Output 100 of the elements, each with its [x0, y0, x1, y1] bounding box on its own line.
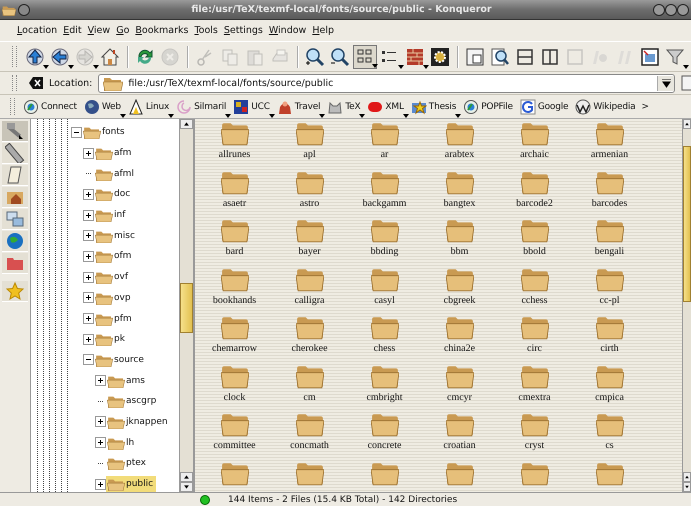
folder-name[interactable]: asaetr: [222, 198, 246, 208]
folder-icon[interactable]: [520, 219, 548, 243]
folder-icon[interactable]: [446, 413, 474, 437]
home-icon[interactable]: [100, 46, 120, 66]
folder-icon[interactable]: [596, 122, 624, 146]
expand-icon[interactable]: [94, 437, 106, 448]
tree-item[interactable]: jknappen: [106, 414, 171, 430]
expand-icon[interactable]: [82, 250, 94, 262]
bookmark-button[interactable]: XML: [366, 98, 409, 114]
folder-name[interactable]: bard: [226, 246, 244, 257]
folder-name[interactable]: armenian: [590, 149, 628, 160]
folder-name[interactable]: cm: [303, 392, 316, 402]
scroll-up-icon[interactable]: [180, 472, 193, 482]
folder-name[interactable]: cherokee: [291, 343, 328, 354]
tree-item[interactable]: ofm: [94, 248, 134, 264]
bookmark-button[interactable]: Linux: [126, 98, 174, 114]
folder-name[interactable]: barcodes: [592, 198, 628, 208]
menu-item[interactable]: View: [84, 23, 114, 38]
folder-icon[interactable]: [296, 413, 324, 437]
more-bookmarks-button[interactable]: >: [641, 102, 649, 112]
tree-item[interactable]: ascgrp: [106, 393, 160, 410]
folder-icon[interactable]: [370, 413, 398, 437]
folder-name[interactable]: concmath: [290, 440, 329, 451]
dropdown-arrow-icon[interactable]: [43, 64, 49, 68]
collapse-icon[interactable]: [70, 126, 82, 138]
menu-item[interactable]: Window: [266, 23, 310, 38]
folder-name[interactable]: cmbright: [366, 392, 403, 402]
menu-item[interactable]: Go: [113, 23, 132, 38]
folder-icon[interactable]: [220, 170, 248, 194]
folder-name[interactable]: casyl: [374, 294, 395, 306]
folder-icon[interactable]: [596, 219, 624, 243]
folder-name[interactable]: cirth: [600, 343, 619, 354]
folder-icon[interactable]: [596, 316, 624, 340]
folder-name[interactable]: astro: [300, 198, 320, 208]
folder-name[interactable]: committee: [213, 440, 256, 451]
folder-name[interactable]: archaic: [520, 149, 549, 160]
find-icon[interactable]: [490, 46, 510, 66]
expand-icon[interactable]: [82, 210, 94, 221]
scroll-icon[interactable]: [2, 165, 28, 186]
folder-icon[interactable]: [370, 268, 398, 292]
folder-name[interactable]: cmextra: [518, 392, 551, 402]
folder-icon[interactable]: [296, 122, 324, 146]
reload-icon[interactable]: [135, 46, 155, 66]
folder-name[interactable]: cc-pl: [600, 294, 620, 306]
menu-item[interactable]: Location: [14, 23, 60, 38]
tree-item[interactable]: ovp: [94, 290, 134, 306]
folder-name[interactable]: circ: [527, 343, 542, 354]
history-dropdown-icon[interactable]: [662, 78, 670, 88]
tree-item[interactable]: misc: [94, 228, 138, 244]
scroll-up-icon[interactable]: [180, 119, 193, 129]
folder-name[interactable]: backgamm: [362, 198, 406, 208]
folder-icon[interactable]: [296, 219, 324, 243]
folder-icon[interactable]: [520, 170, 548, 194]
bookmark-button[interactable]: TeX: [326, 98, 366, 114]
folder-icon[interactable]: [520, 316, 548, 340]
expand-icon[interactable]: [82, 148, 94, 159]
tree-item[interactable]: public: [106, 476, 156, 492]
expand-icon[interactable]: [82, 292, 94, 304]
folder-tab-icon[interactable]: [2, 253, 28, 274]
globe-icon[interactable]: [2, 231, 28, 252]
scrollbar-thumb[interactable]: [683, 146, 691, 302]
tree-item[interactable]: afm: [94, 145, 134, 162]
folder-icon[interactable]: [220, 462, 248, 486]
folder-name[interactable]: cchess: [521, 294, 548, 306]
folder-name[interactable]: bbding: [370, 246, 398, 257]
tree-item[interactable]: source: [94, 352, 147, 368]
zoom-out-icon[interactable]: [330, 46, 350, 66]
dropdown-arrow-icon[interactable]: [683, 64, 689, 68]
home-folder-icon[interactable]: [2, 187, 28, 208]
folder-name[interactable]: concrete: [368, 440, 402, 451]
expand-icon[interactable]: [82, 230, 94, 242]
folder-name[interactable]: calligra: [294, 294, 324, 306]
folder-icon[interactable]: [446, 316, 474, 340]
folder-icon[interactable]: [220, 364, 248, 388]
scroll-down-icon[interactable]: [683, 482, 691, 492]
expand-icon[interactable]: [94, 478, 106, 490]
folder-name[interactable]: chemarrow: [212, 343, 257, 354]
folder-name[interactable]: cbgreek: [444, 294, 476, 306]
folder-name[interactable]: cryst: [524, 440, 544, 451]
folder-icon[interactable]: [220, 122, 248, 146]
filter-icon[interactable]: [665, 46, 685, 66]
menu-item[interactable]: Help: [309, 23, 337, 38]
zoom-in-icon[interactable]: [305, 46, 325, 66]
split-view-icon[interactable]: [465, 46, 485, 66]
folder-icon[interactable]: [520, 122, 548, 146]
menu-item[interactable]: Bookmarks: [132, 23, 192, 38]
folder-icon[interactable]: [446, 462, 474, 486]
scroll-up-icon[interactable]: [683, 119, 691, 129]
folder-icon[interactable]: [596, 413, 624, 437]
tree-item[interactable]: lh: [106, 434, 138, 451]
expand-icon[interactable]: [82, 334, 94, 345]
menu-item[interactable]: Tools: [191, 23, 221, 38]
window-controls-icon[interactable]: [653, 4, 689, 16]
folder-name[interactable]: bengali: [594, 246, 624, 257]
tree-item[interactable]: pk: [94, 331, 128, 348]
folder-icon[interactable]: [520, 364, 548, 388]
folder-icon[interactable]: [220, 219, 248, 243]
dropdown-arrow-icon[interactable]: [423, 64, 429, 68]
scroll-down-icon[interactable]: [180, 482, 193, 492]
dropdown-arrow-icon[interactable]: [398, 64, 404, 68]
